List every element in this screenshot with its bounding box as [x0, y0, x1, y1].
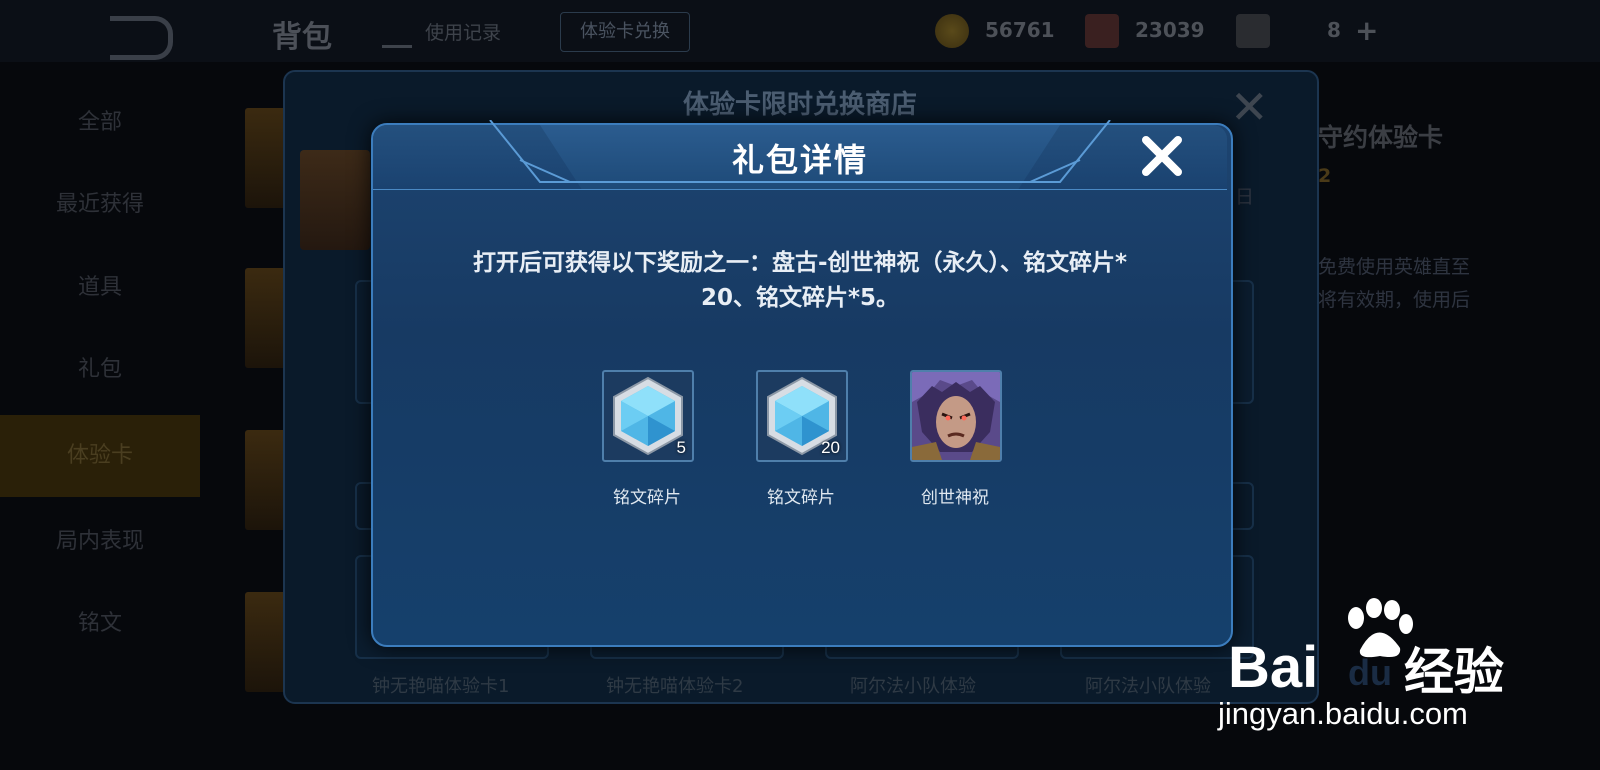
diamond-icon — [1085, 14, 1119, 48]
hero-thumbnail — [300, 150, 370, 250]
detail-count: 2 — [1318, 165, 1332, 187]
sidebar-item-gift[interactable]: 礼包 — [0, 350, 200, 390]
reward-item-label: 铭文碎片 — [613, 488, 681, 508]
description-line: 20、铭文碎片*5。 — [700, 285, 900, 311]
sidebar-item-performance[interactable]: 局内表现 — [0, 522, 200, 562]
gold-amount: 56761 — [985, 18, 1055, 42]
back-button[interactable] — [110, 16, 173, 60]
shop-title: 体验卡限时兑换商店 — [682, 90, 917, 120]
detail-title: 守约体验卡 — [1318, 123, 1444, 152]
pangu-skin-portrait — [912, 372, 1000, 460]
tab-use-record[interactable]: 使用记录 — [425, 18, 501, 45]
shop-item-label: 阿尔法小队体验 — [1085, 676, 1211, 697]
detail-day: 日 — [1235, 186, 1255, 208]
ticket-amount: 8 — [1327, 18, 1341, 42]
detail-desc: 免费使用英雄直至 — [1318, 256, 1471, 278]
baidu-jingyan-watermark: Bai du 经验 jingyan.baidu.com — [1218, 598, 1528, 738]
sidebar-item-props[interactable]: 道具 — [0, 268, 200, 308]
reward-item-label: 创世神祝 — [921, 488, 989, 508]
detail-desc: 将有效期，使用后 — [1318, 289, 1471, 311]
gold-coin-icon — [935, 14, 969, 48]
shop-close-icon[interactable]: ✕ — [1230, 80, 1269, 134]
watermark-brand-suffix: du — [1348, 652, 1392, 693]
item-count: 20 — [821, 438, 840, 457]
watermark-product: 经验 — [1404, 643, 1504, 701]
add-icon[interactable]: + — [1355, 14, 1378, 47]
shop-item-label: 钟无艳喵体验卡2 — [606, 676, 744, 697]
record-icon — [382, 17, 412, 48]
diamond-amount: 23039 — [1135, 18, 1205, 42]
ticket-icon — [1236, 14, 1270, 48]
sidebar-item-all[interactable]: 全部 — [0, 103, 200, 143]
watermark-brand: Bai — [1228, 635, 1319, 700]
sidebar-item-trial-card[interactable]: 体验卡 — [0, 415, 200, 497]
shop-item-label: 钟无艳喵体验卡1 — [372, 676, 510, 697]
exchange-button[interactable]: 体验卡兑换 — [560, 12, 690, 52]
reward-item-shard-5[interactable]: 5 — [602, 370, 694, 462]
watermark-url: jingyan.baidu.com — [1218, 696, 1468, 731]
reward-item-shard-20[interactable]: 20 — [756, 370, 848, 462]
dialog-title: 礼包详情 — [731, 141, 868, 179]
close-icon[interactable] — [1140, 134, 1184, 178]
item-count: 5 — [676, 438, 686, 457]
description-line: 打开后可获得以下奖励之一：盘古-创世神祝（永久）、铭文碎片* — [472, 250, 1128, 276]
page-title: 背包 — [272, 20, 332, 55]
shop-item-label: 阿尔法小队体验 — [850, 676, 976, 697]
sidebar-item-recent[interactable]: 最近获得 — [0, 185, 200, 225]
reward-item-label: 铭文碎片 — [767, 488, 835, 508]
sidebar-item-inscription[interactable]: 铭文 — [0, 604, 200, 644]
reward-item-pangu-skin[interactable] — [910, 370, 1002, 462]
gift-description: 打开后可获得以下奖励之一：盘古-创世神祝（永久）、铭文碎片* 20、铭文碎片*5… — [420, 246, 1180, 316]
